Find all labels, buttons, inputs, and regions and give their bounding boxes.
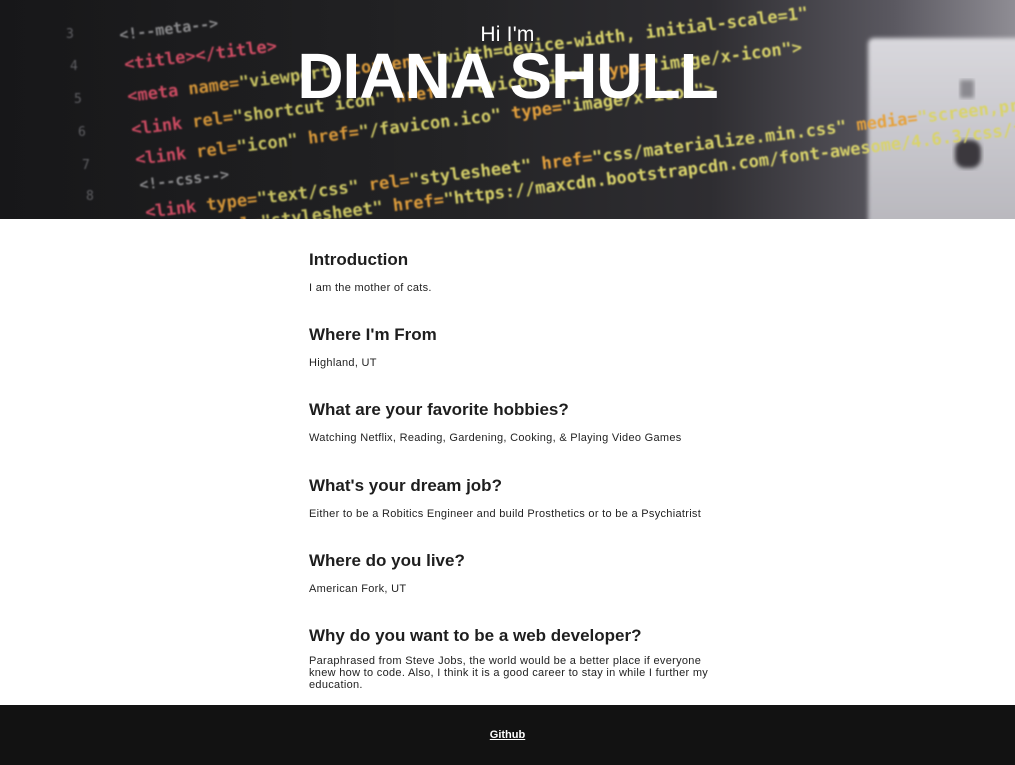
section-where-live: Where do you live? American Fork, UT xyxy=(309,550,711,595)
section-heading: Introduction xyxy=(309,250,409,269)
section-text: Paraphrased from Steve Jobs, the world w… xyxy=(309,655,709,691)
section-introduction: Introduction I am the mother of cats. xyxy=(309,249,711,294)
hero-name-title: DIANA SHULL xyxy=(297,40,718,112)
section-heading: Why do you want to be a web developer? xyxy=(309,626,642,645)
page-footer: Github xyxy=(0,705,1015,765)
section-text: Either to be a Robitics Engineer and bui… xyxy=(309,508,702,520)
main-content: Introduction I am the mother of cats. Wh… xyxy=(309,249,711,691)
section-text: Highland, UT xyxy=(309,357,377,369)
section-where-from: Where I'm From Highland, UT xyxy=(309,324,711,369)
section-dream-job: What's your dream job? Either to be a Ro… xyxy=(309,475,711,520)
section-heading: Where do you live? xyxy=(309,551,465,570)
section-hobbies: What are your favorite hobbies? Watching… xyxy=(309,399,711,444)
section-text: I am the mother of cats. xyxy=(309,282,432,294)
section-heading: What's your dream job? xyxy=(309,476,502,495)
section-text: American Fork, UT xyxy=(309,583,407,595)
section-text: Watching Netflix, Reading, Gardening, Co… xyxy=(309,432,682,444)
section-heading: What are your favorite hobbies? xyxy=(309,400,569,419)
hero-banner: 3 4 5 6 7 8 <!--meta--> <title></title> … xyxy=(0,0,1015,219)
github-link[interactable]: Github xyxy=(0,729,1015,741)
section-why-web-dev: Why do you want to be a web developer? P… xyxy=(309,625,711,691)
section-heading: Where I'm From xyxy=(309,325,437,344)
